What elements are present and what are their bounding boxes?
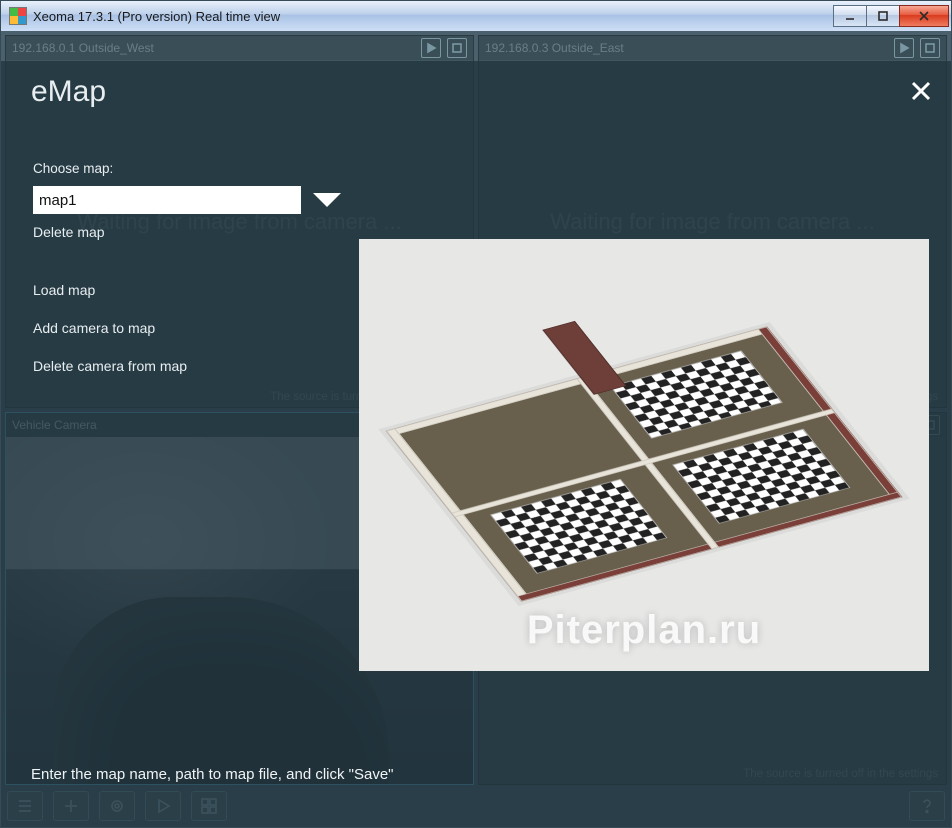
emap-controls: Choose map: Delete map Load map Add came… — [33, 161, 343, 374]
close-overlay-button[interactable] — [905, 75, 937, 107]
titlebar[interactable]: Xeoma 17.3.1 (Pro version) Real time vie… — [1, 1, 951, 32]
load-map-button[interactable]: Load map — [33, 282, 343, 298]
window-title: Xeoma 17.3.1 (Pro version) Real time vie… — [33, 9, 280, 24]
play-icon[interactable] — [894, 38, 914, 58]
window-buttons — [834, 5, 949, 27]
close-button[interactable] — [899, 5, 949, 27]
camera-label: 192.168.0.3 Outside_East — [485, 41, 624, 55]
map-preview[interactable]: Piterplan.ru — [359, 239, 929, 671]
maximize-button[interactable] — [866, 5, 900, 27]
expand-icon[interactable] — [920, 38, 940, 58]
minimize-button[interactable] — [833, 5, 867, 27]
emap-overlay: eMap Choose map: Delete map Load map Add… — [1, 61, 951, 827]
client-area: 192.168.0.1 Outside_West Waiting for ima… — [1, 31, 951, 827]
map-watermark: Piterplan.ru — [359, 608, 929, 653]
app-icon — [9, 7, 27, 25]
camera-label: 192.168.0.1 Outside_West — [12, 41, 154, 55]
close-icon — [909, 79, 933, 103]
choose-map-label: Choose map: — [33, 161, 343, 176]
expand-icon[interactable] — [447, 38, 467, 58]
play-icon[interactable] — [421, 38, 441, 58]
add-camera-to-map-button[interactable]: Add camera to map — [33, 320, 343, 336]
delete-camera-from-map-button[interactable]: Delete camera from map — [33, 358, 343, 374]
map-dropdown-arrow[interactable] — [313, 193, 341, 207]
map-name-input[interactable] — [33, 186, 301, 214]
app-window: Xeoma 17.3.1 (Pro version) Real time vie… — [0, 0, 952, 828]
map-preview-scene — [386, 326, 902, 601]
emap-hint: Enter the map name, path to map file, an… — [31, 766, 394, 783]
delete-map-button[interactable]: Delete map — [33, 224, 343, 240]
emap-title: eMap — [1, 61, 951, 109]
